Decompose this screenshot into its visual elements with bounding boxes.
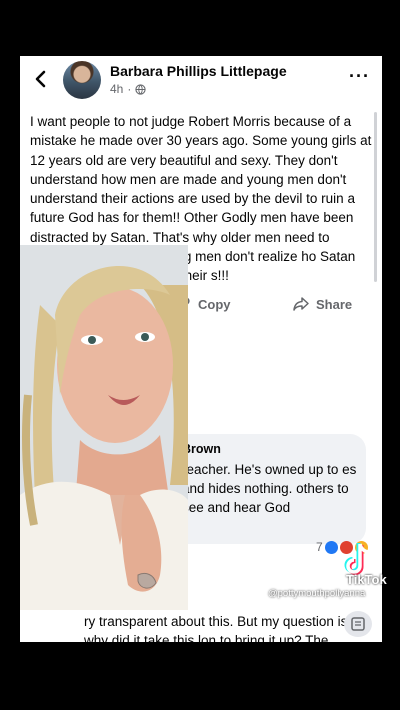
emoji-button[interactable] bbox=[344, 611, 372, 637]
tiktok-watermark: TikTok bbox=[346, 572, 387, 587]
back-arrow-icon[interactable] bbox=[30, 68, 52, 90]
post-header: Barbara Phillips Littlepage 4h · ··· bbox=[20, 56, 382, 108]
video-overlay-person bbox=[20, 245, 188, 610]
share-label: Share bbox=[316, 296, 353, 312]
comment-bubble[interactable]: Brown reacher. He's owned up to es and h… bbox=[170, 434, 366, 544]
post-time: 4h bbox=[110, 82, 124, 96]
share-button[interactable]: Share bbox=[292, 295, 352, 313]
tiktok-handle: @pottymouthpollyanna bbox=[268, 588, 366, 599]
post-meta: 4h · bbox=[110, 82, 146, 96]
copy-label: Copy bbox=[198, 296, 231, 312]
globe-icon bbox=[135, 83, 146, 95]
like-reaction-icon bbox=[324, 540, 338, 554]
person-illustration bbox=[20, 245, 188, 610]
reaction-count: 7 bbox=[316, 540, 323, 554]
sticker-icon bbox=[351, 617, 365, 631]
share-icon bbox=[293, 297, 309, 311]
comment-text: reacher. He's owned up to es and hides n… bbox=[182, 462, 357, 515]
second-comment-text: ry transparent about this. But my questi… bbox=[84, 614, 348, 642]
author-avatar[interactable] bbox=[63, 61, 101, 99]
scrollbar[interactable] bbox=[374, 112, 377, 282]
more-options-icon[interactable]: ··· bbox=[349, 66, 370, 87]
author-name[interactable]: Barbara Phillips Littlepage bbox=[110, 63, 287, 79]
